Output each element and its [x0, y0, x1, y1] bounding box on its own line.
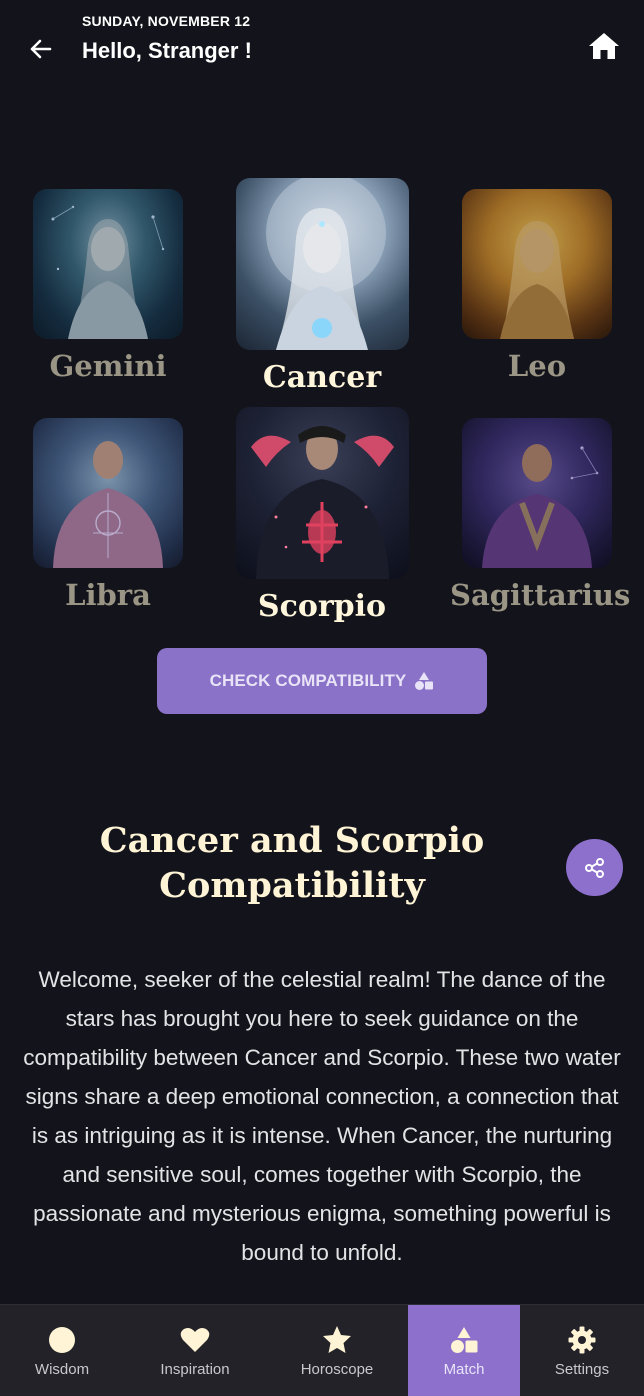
nav-item-horoscope[interactable]: Horoscope — [266, 1305, 408, 1396]
shapes-icon — [451, 1326, 478, 1353]
share-button[interactable] — [566, 839, 623, 896]
back-button[interactable] — [26, 34, 56, 64]
sign-card-scorpio[interactable]: Scorpio — [233, 407, 411, 624]
sign-name: Leo — [507, 349, 567, 383]
sign-name: Cancer — [262, 360, 382, 395]
check-compatibility-label: CHECK COMPATIBILITY — [209, 671, 407, 690]
nav-label: Wisdom — [34, 1360, 90, 1378]
cancer-portrait — [235, 178, 409, 350]
heart-icon — [180, 1327, 210, 1352]
header-date: SUNDAY, NOVEMBER 12 — [82, 13, 251, 29]
shapes-icon — [415, 672, 434, 690]
bottom-navigation: Wisdom Inspiration Horoscope Match Setti… — [0, 1304, 644, 1396]
star-icon — [323, 1326, 351, 1353]
nav-label: Inspiration — [160, 1360, 230, 1378]
sign-card-sagittarius[interactable]: Sagittarius — [450, 418, 631, 612]
gemini-portrait — [33, 189, 183, 339]
nav-item-wisdom[interactable]: Wisdom — [0, 1305, 124, 1396]
sign-name: Scorpio — [257, 589, 387, 624]
nav-item-match[interactable]: Match — [408, 1305, 520, 1396]
home-icon — [589, 33, 619, 59]
leo-portrait — [462, 189, 612, 339]
sign-card-libra[interactable]: Libra — [30, 418, 186, 612]
sign-name: Sagittarius — [450, 578, 631, 612]
scorpio-portrait — [235, 407, 409, 579]
nav-item-settings[interactable]: Settings — [520, 1305, 644, 1396]
sign-card-leo[interactable]: Leo — [459, 189, 615, 383]
gear-icon — [568, 1326, 596, 1353]
moon-circle-icon — [49, 1326, 75, 1353]
home-button[interactable] — [586, 28, 622, 64]
sign-name: Libra — [65, 578, 151, 612]
compatibility-title: Cancer and Scorpio Compatibility — [99, 820, 485, 906]
sign-card-gemini[interactable]: Gemini — [30, 189, 186, 383]
libra-portrait — [33, 418, 183, 568]
sagittarius-portrait — [462, 418, 612, 568]
nav-label: Match — [443, 1360, 485, 1378]
nav-label: Settings — [554, 1360, 610, 1378]
nav-item-inspiration[interactable]: Inspiration — [124, 1305, 266, 1396]
check-compatibility-button[interactable]: CHECK COMPATIBILITY — [157, 648, 487, 714]
share-icon — [584, 857, 604, 878]
compatibility-description: Welcome, seeker of the celestial realm! … — [23, 967, 621, 1265]
header-greeting: Hello, Stranger ! — [82, 38, 252, 63]
nav-label: Horoscope — [300, 1360, 374, 1378]
app-header: SUNDAY, NOVEMBER 12 Hello, Stranger ! — [0, 0, 644, 90]
sign-name: Gemini — [49, 349, 167, 383]
sign-card-cancer[interactable]: Cancer — [233, 178, 411, 395]
arrow-left-icon — [30, 39, 52, 59]
